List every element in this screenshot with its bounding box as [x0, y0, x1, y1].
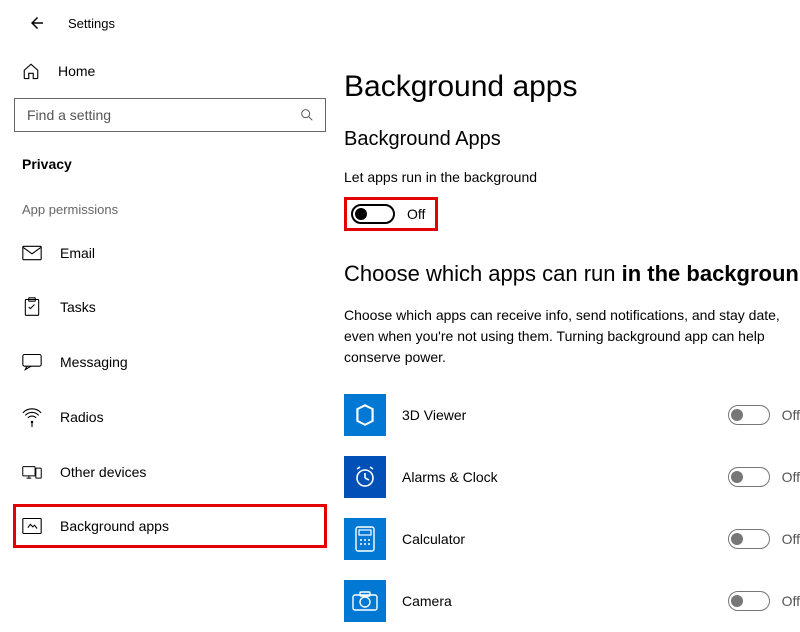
window-title: Settings: [68, 16, 115, 31]
app-state: Off: [782, 469, 800, 485]
section2-title-b: in the backgroun: [622, 261, 799, 286]
search-icon: [299, 107, 315, 123]
sidebar-home-label: Home: [58, 63, 95, 79]
search-placeholder: Find a setting: [27, 107, 111, 123]
sidebar-item-background-apps[interactable]: Background apps: [14, 505, 326, 547]
app-state: Off: [782, 593, 800, 609]
toggle-knob: [731, 595, 743, 607]
section2-title-a: Choose which apps can run: [344, 261, 622, 286]
page-title: Background apps: [344, 70, 800, 104]
sidebar-item-messaging[interactable]: Messaging: [14, 341, 326, 383]
app-icon-calculator: [344, 518, 386, 560]
background-apps-icon: [22, 517, 42, 535]
sidebar-item-label: Background apps: [60, 518, 169, 534]
sidebar-item-label: Radios: [60, 409, 104, 425]
section1-desc: Let apps run in the background: [344, 169, 800, 185]
app-name: Camera: [402, 593, 642, 609]
toggle-knob: [355, 208, 367, 220]
app-row-camera: Camera Off: [344, 570, 800, 632]
app-icon-3d-viewer: [344, 394, 386, 436]
app-toggle[interactable]: [728, 405, 770, 425]
messaging-icon: [22, 353, 42, 371]
sidebar-group-label: App permissions: [14, 196, 326, 233]
section2-desc: Choose which apps can receive info, send…: [344, 305, 800, 368]
arrow-left-icon: [28, 14, 46, 32]
app-toggle[interactable]: [728, 591, 770, 611]
sidebar-item-radios[interactable]: Radios: [14, 395, 326, 439]
app-state: Off: [782, 531, 800, 547]
app-name: Alarms & Clock: [402, 469, 642, 485]
sidebar-item-label: Tasks: [60, 299, 96, 315]
app-state: Off: [782, 407, 800, 423]
app-name: 3D Viewer: [402, 407, 642, 423]
section2-title: Choose which apps can run in the backgro…: [344, 261, 800, 287]
app-row-calculator: Calculator Off: [344, 508, 800, 570]
app-toggle[interactable]: [728, 529, 770, 549]
content-panel: Background apps Background Apps Let apps…: [340, 42, 800, 632]
master-toggle-label: Off: [407, 206, 425, 222]
sidebar-home[interactable]: Home: [14, 52, 326, 98]
master-toggle-row: Off: [344, 197, 438, 231]
sidebar-item-tasks[interactable]: Tasks: [14, 285, 326, 329]
app-name: Calculator: [402, 531, 642, 547]
devices-icon: [22, 463, 42, 481]
toggle-knob: [731, 409, 743, 421]
sidebar-item-other-devices[interactable]: Other devices: [14, 451, 326, 493]
app-toggle[interactable]: [728, 467, 770, 487]
toggle-knob: [731, 533, 743, 545]
sidebar: Home Find a setting Privacy App permissi…: [0, 42, 340, 632]
toggle-knob: [731, 471, 743, 483]
app-row-3d-viewer: 3D Viewer Off: [344, 384, 800, 446]
app-icon-alarms-clock: [344, 456, 386, 498]
sidebar-item-label: Other devices: [60, 464, 146, 480]
home-icon: [22, 62, 40, 80]
sidebar-section-label: Privacy: [14, 150, 326, 196]
app-row-alarms-clock: Alarms & Clock Off: [344, 446, 800, 508]
sidebar-item-label: Email: [60, 245, 95, 261]
app-icon-camera: [344, 580, 386, 622]
sidebar-item-email[interactable]: Email: [14, 233, 326, 273]
section1-title: Background Apps: [344, 128, 800, 151]
window-header: Settings: [0, 0, 800, 42]
search-input[interactable]: Find a setting: [14, 98, 326, 132]
email-icon: [22, 245, 42, 261]
tasks-icon: [22, 297, 42, 317]
back-button[interactable]: [28, 14, 46, 32]
radios-icon: [22, 407, 42, 427]
master-toggle[interactable]: [351, 204, 395, 224]
sidebar-item-label: Messaging: [60, 354, 128, 370]
